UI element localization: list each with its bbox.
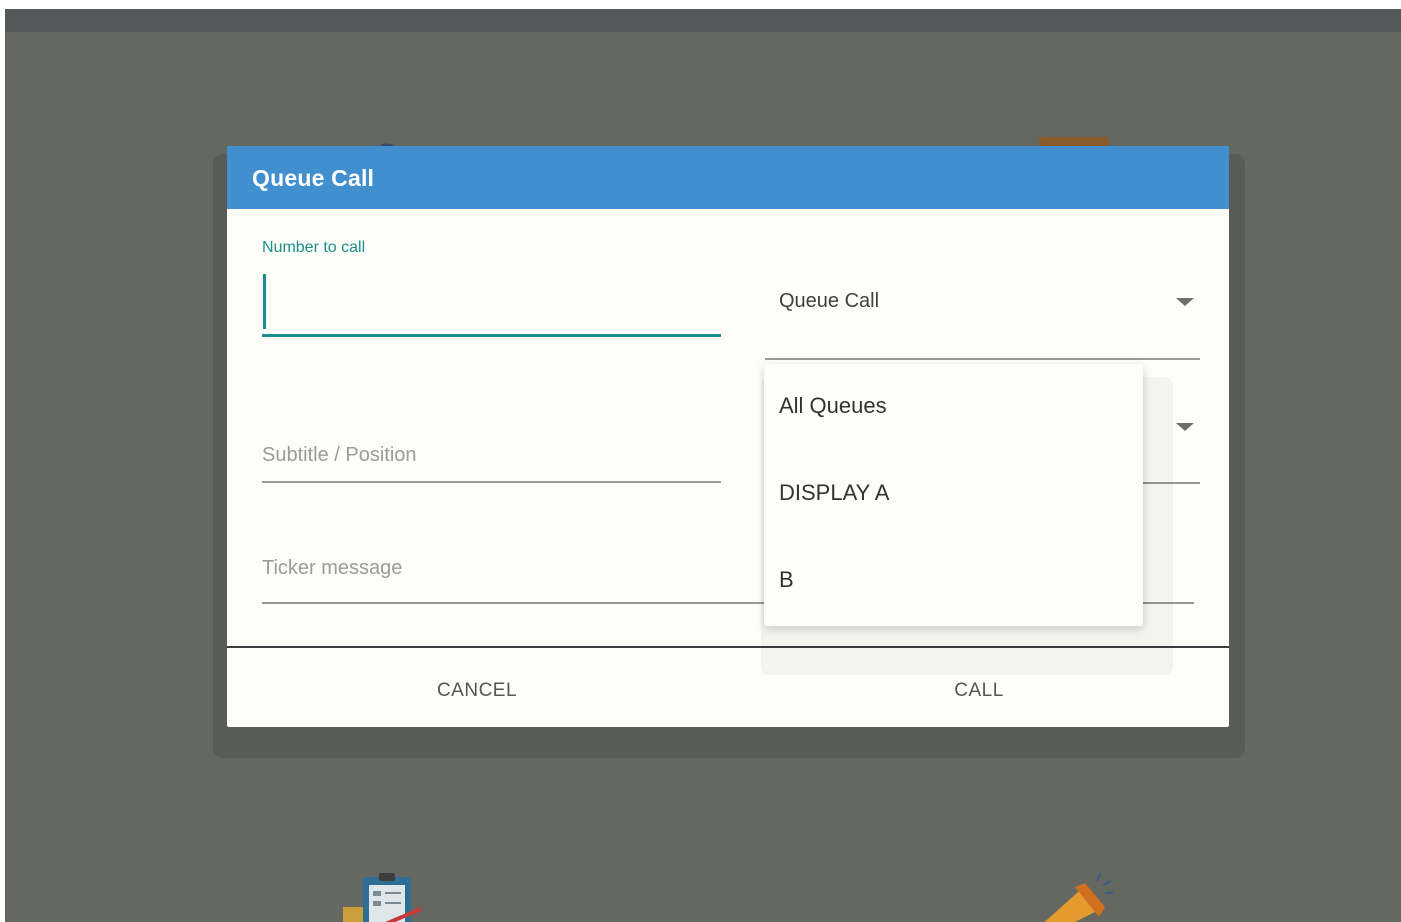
dropdown-option-label: All Queues: [779, 393, 887, 418]
queue-dropdown-menu: All Queues DISPLAY A B: [764, 364, 1143, 626]
dialog-title: Queue Call: [252, 165, 375, 191]
queue-select[interactable]: Queue Call: [765, 274, 1200, 360]
app-background: Queue Call Number to call Queue Call CAN…: [5, 9, 1401, 922]
dropdown-option-label: DISPLAY A: [779, 480, 890, 505]
dialog-header: Queue Call: [227, 146, 1229, 209]
dropdown-option-all-queues[interactable]: All Queues: [764, 364, 1143, 444]
dropdown-option-label: B: [779, 567, 794, 592]
top-bar: [5, 9, 1401, 32]
dropdown-option-b[interactable]: B: [764, 540, 1143, 620]
number-to-call-label: Number to call: [262, 239, 366, 256]
clipboard-icon: [343, 873, 422, 922]
chevron-down-icon: [1176, 423, 1194, 431]
cancel-button[interactable]: CANCEL: [247, 666, 707, 716]
dropdown-option-display-a[interactable]: DISPLAY A: [764, 452, 1143, 532]
text-caret: [263, 274, 266, 329]
megaphone-icon: [1044, 872, 1113, 922]
queue-select-value: Queue Call: [779, 290, 880, 312]
subtitle-position-input[interactable]: [262, 429, 721, 483]
number-to-call-input[interactable]: [262, 274, 721, 337]
chevron-down-icon: [1176, 298, 1194, 306]
